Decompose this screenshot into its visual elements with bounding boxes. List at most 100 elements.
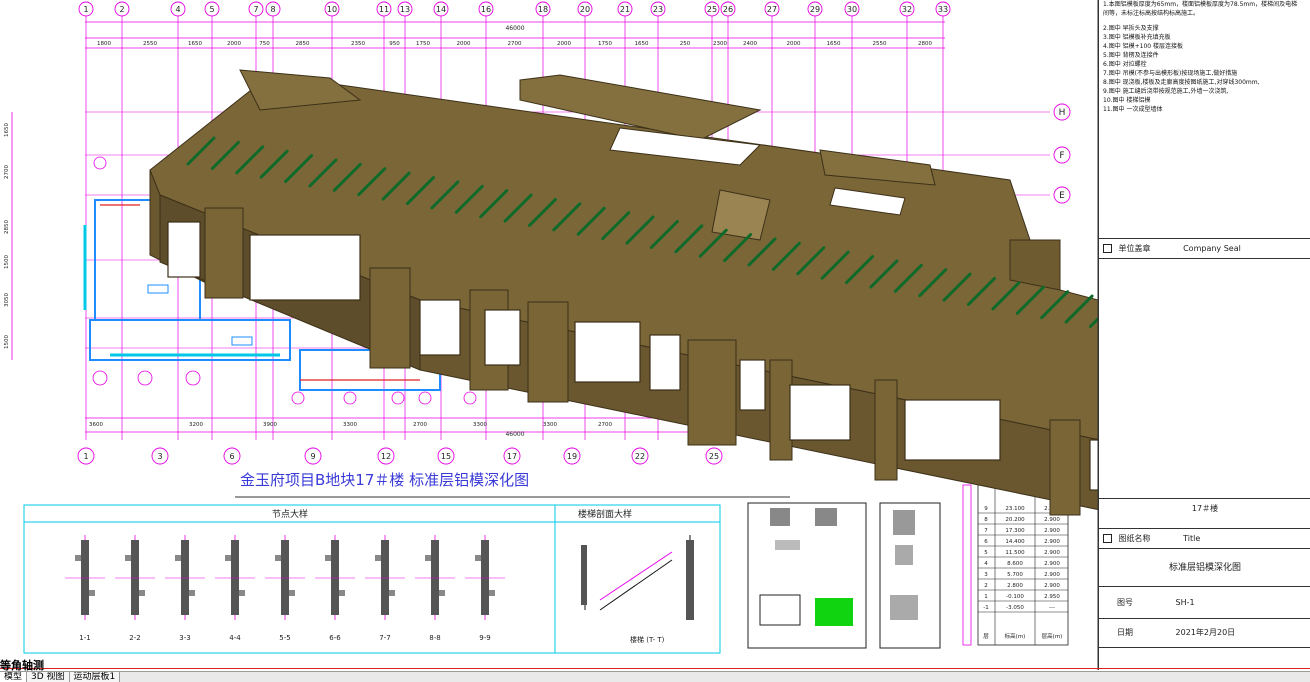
building-name: 17＃楼 bbox=[1191, 504, 1219, 513]
company-seal-row: 单位盖章 Company Seal bbox=[1099, 238, 1310, 259]
table-cell: 11.500 bbox=[1005, 550, 1025, 556]
axis-label: F bbox=[1059, 151, 1064, 161]
drawing-name-label-en: Title bbox=[1183, 534, 1201, 543]
axis-label: 22 bbox=[635, 452, 645, 461]
dimension-label: 1500 bbox=[4, 255, 10, 269]
table-cell: 1 bbox=[984, 594, 988, 600]
drawing-no-row: 图号 SH-1 bbox=[1099, 586, 1310, 619]
axis-label: 11 bbox=[379, 5, 389, 14]
axis-label: 1 bbox=[83, 452, 88, 461]
drawing-title: 金玉府项目B地块17＃楼 标准层铝模深化图 bbox=[240, 471, 529, 489]
table-cell: 20.200 bbox=[1005, 517, 1025, 523]
table-cell: 3 bbox=[984, 572, 988, 578]
dimension-label: 1750 bbox=[416, 41, 430, 47]
axis-label: 7 bbox=[253, 5, 258, 14]
dimension-label: 2850 bbox=[296, 41, 310, 47]
seal-area bbox=[1099, 258, 1310, 499]
dimension-label: 3300 bbox=[543, 422, 557, 428]
axis-label: 18 bbox=[538, 5, 548, 14]
dimension-label: 2400 bbox=[743, 41, 757, 47]
axis-label: 9 bbox=[310, 452, 315, 461]
axis-label: 32 bbox=[902, 5, 912, 14]
note-line: 间等，未标注标高按结构标高施工。 bbox=[1103, 10, 1200, 17]
bottom-axis-labels: 1 3 6 9 12 15 17 19 22 25 bbox=[77, 447, 723, 465]
axis-label: 10 bbox=[327, 5, 337, 14]
node-label: 5-5 bbox=[279, 634, 290, 642]
dimension-label: 3600 bbox=[89, 422, 103, 428]
dimension-label: 750 bbox=[259, 41, 270, 47]
table-cell: --- bbox=[1049, 605, 1055, 611]
company-seal-label: 单位盖章 bbox=[1118, 244, 1151, 253]
table-cell: -3.050 bbox=[1006, 605, 1024, 611]
date-label: 日期 bbox=[1117, 628, 1133, 637]
left-dimensions: 1650 2700 2850 1500 3050 1500 bbox=[4, 123, 10, 349]
bottom-dimensions: 3600 3200 3900 3300 2700 3300 3300 2700 bbox=[89, 422, 612, 428]
dimension-label: 2000 bbox=[227, 41, 241, 47]
table-cell: 5 bbox=[984, 550, 988, 556]
table-cell: 2.900 bbox=[1044, 517, 1060, 523]
stair-detail-title: 楼梯剖面大样 bbox=[578, 508, 632, 520]
axis-label: 21 bbox=[620, 5, 630, 14]
axis-label: 6 bbox=[229, 452, 234, 461]
checkbox-icon bbox=[1103, 534, 1112, 543]
checkbox-icon bbox=[1103, 244, 1112, 253]
note-line: 2.图中 早拆头及支撑 bbox=[1103, 25, 1159, 32]
axis-label: 29 bbox=[810, 5, 820, 14]
table-cell: 2.900 bbox=[1044, 583, 1060, 589]
dimension-label: 2850 bbox=[4, 220, 10, 234]
table-cell: 6 bbox=[984, 539, 988, 545]
axis-label: 25 bbox=[707, 5, 717, 14]
drawing-no-value: SH-1 bbox=[1175, 598, 1195, 607]
date-value: 2021年2月20日 bbox=[1175, 628, 1236, 637]
table-cell: 2.900 bbox=[1044, 561, 1060, 567]
table-header: 层高(m) bbox=[1042, 632, 1063, 640]
table-cell: 9 bbox=[984, 506, 988, 512]
table-cell: 2.900 bbox=[1044, 572, 1060, 578]
right-axis-labels: H F E bbox=[1053, 103, 1071, 204]
axis-label: 12 bbox=[381, 452, 391, 461]
note-line: 10.图中 楼梯铝模 bbox=[1103, 97, 1151, 104]
stair-label: 楼梯 (T- T) bbox=[630, 635, 665, 644]
note-line: 5.图中 背楞及连接件 bbox=[1103, 52, 1159, 59]
table-cell: 8.600 bbox=[1007, 561, 1023, 567]
dimension-label: 2800 bbox=[918, 41, 932, 47]
dimension-label: 2700 bbox=[598, 422, 612, 428]
title-block: 1.本图铝模板厚度为65mm，楼面铝模板厚度为78.5mm，楼梯间及电梯 间等，未… bbox=[1098, 0, 1310, 670]
node-detail-title: 节点大样 bbox=[272, 508, 308, 520]
dimension-label: 2550 bbox=[873, 41, 887, 47]
table-cell: -0.100 bbox=[1006, 594, 1024, 600]
top-total-dimension: 46000 bbox=[505, 25, 524, 32]
table-cell: -1 bbox=[983, 605, 988, 611]
dimension-label: 1650 bbox=[188, 41, 202, 47]
drawing-name-label: 图纸名称 bbox=[1118, 534, 1151, 543]
dimension-label: 3300 bbox=[473, 422, 487, 428]
axis-label: 19 bbox=[567, 452, 577, 461]
node-label: 8-8 bbox=[429, 634, 440, 642]
note-line: 4.图中 铝模+100 楼层连接板 bbox=[1103, 43, 1184, 50]
dimension-label: 1650 bbox=[4, 123, 10, 137]
dimension-label: 2700 bbox=[508, 41, 522, 47]
table-header: 标高(m) bbox=[1005, 632, 1026, 640]
axis-label: 23 bbox=[653, 5, 663, 14]
axis-label: 3 bbox=[157, 452, 162, 461]
dimension-label: 1800 bbox=[97, 41, 111, 47]
dimension-label: 2300 bbox=[713, 41, 727, 47]
dimension-label: 3900 bbox=[263, 422, 277, 428]
building-row: 17＃楼 bbox=[1099, 498, 1310, 519]
table-cell: 2.800 bbox=[1007, 583, 1023, 589]
node-label: 6-6 bbox=[329, 634, 341, 642]
dimension-label: 1750 bbox=[598, 41, 612, 47]
table-cell: 2 bbox=[984, 583, 988, 589]
axis-label: 27 bbox=[767, 5, 777, 14]
table-cell: 7 bbox=[984, 528, 988, 534]
note-line: 6.图中 对拉螺栓 bbox=[1103, 61, 1147, 68]
dimension-label: 2700 bbox=[4, 165, 10, 179]
dimension-label: 3050 bbox=[4, 293, 10, 307]
table-cell: 5.700 bbox=[1007, 572, 1023, 578]
table-cell: 14.400 bbox=[1005, 539, 1025, 545]
node-label: 4-4 bbox=[229, 634, 241, 642]
axis-label: 30 bbox=[847, 5, 857, 14]
axis-label: 33 bbox=[938, 5, 948, 14]
note-line: 1.本图铝模板厚度为65mm，楼面铝模板厚度为78.5mm，楼梯间及电梯 bbox=[1103, 1, 1298, 8]
axis-label: 4 bbox=[175, 5, 180, 14]
